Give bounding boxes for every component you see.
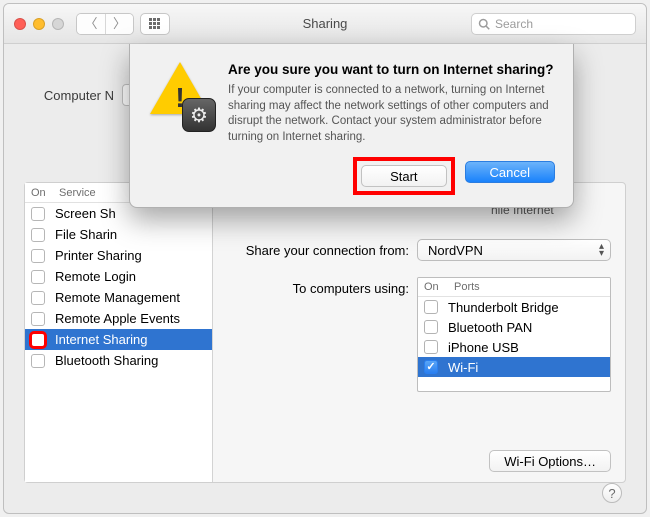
service-checkbox[interactable] — [31, 312, 45, 326]
nav-back-forward: 〈 〉 — [76, 13, 134, 35]
service-label: Screen Sh — [55, 206, 116, 221]
search-field[interactable]: Search — [471, 13, 636, 35]
service-label: File Sharin — [55, 227, 117, 242]
service-checkbox[interactable] — [31, 354, 45, 368]
col-ports: Ports — [454, 281, 480, 293]
col-on: On — [31, 187, 59, 199]
port-label: iPhone USB — [448, 340, 519, 355]
col-on: On — [424, 281, 454, 293]
start-highlight: Start — [357, 161, 450, 191]
share-from-popup[interactable]: NordVPN ▴▾ — [417, 239, 611, 261]
services-list: On Service Screen Sh File Sharin Printer… — [25, 183, 213, 482]
service-row[interactable]: Remote Management — [25, 287, 212, 308]
dialog-heading: Are you sure you want to turn on Interne… — [228, 62, 555, 77]
service-label: Printer Sharing — [55, 248, 142, 263]
computer-name-label: Computer N — [24, 88, 114, 103]
port-checkbox[interactable] — [424, 340, 438, 354]
gear-icon: ⚙ — [182, 98, 216, 132]
ports-header: On Ports — [418, 278, 610, 297]
share-from-row: Share your connection from: NordVPN ▴▾ — [227, 239, 611, 261]
service-checkbox[interactable] — [31, 291, 45, 305]
minimize-window-button[interactable] — [33, 18, 45, 30]
service-label: Remote Apple Events — [55, 311, 180, 326]
service-checkbox[interactable] — [31, 270, 45, 284]
service-label: Remote Management — [55, 290, 180, 305]
port-label: Thunderbolt Bridge — [448, 300, 559, 315]
dialog-body: If your computer is connected to a netwo… — [228, 83, 555, 145]
show-all-button[interactable] — [140, 13, 170, 35]
wifi-options-button[interactable]: Wi-Fi Options… — [489, 450, 611, 472]
port-row-wifi[interactable]: Wi-Fi — [418, 357, 610, 377]
details-pane: ection to the hile Internet Share your c… — [213, 183, 625, 482]
service-label: Internet Sharing — [55, 332, 148, 347]
sharing-window: 〈 〉 Sharing Search Computer N Edit… On — [3, 3, 647, 514]
service-row[interactable]: Remote Login — [25, 266, 212, 287]
service-checkbox[interactable] — [31, 333, 45, 347]
service-row[interactable]: Remote Apple Events — [25, 308, 212, 329]
service-row[interactable]: Printer Sharing — [25, 245, 212, 266]
close-window-button[interactable] — [14, 18, 26, 30]
service-checkbox[interactable] — [31, 207, 45, 221]
port-label: Wi-Fi — [448, 360, 478, 375]
back-button[interactable]: 〈 — [77, 14, 105, 34]
grid-icon — [149, 18, 161, 30]
search-placeholder: Search — [495, 17, 533, 31]
start-button[interactable]: Start — [361, 165, 446, 187]
zoom-window-button[interactable] — [52, 18, 64, 30]
warning-icon: ! ⚙ — [148, 62, 212, 126]
services-panel: On Service Screen Sh File Sharin Printer… — [24, 182, 626, 483]
port-checkbox[interactable] — [424, 300, 438, 314]
ports-list: On Ports Thunderbolt Bridge Bluetooth PA… — [417, 277, 611, 392]
titlebar: 〈 〉 Sharing Search — [4, 4, 646, 44]
port-label: Bluetooth PAN — [448, 320, 532, 335]
port-checkbox[interactable] — [424, 360, 438, 374]
service-checkbox[interactable] — [31, 228, 45, 242]
help-button[interactable]: ? — [602, 483, 622, 503]
confirm-dialog: ! ⚙ Are you sure you want to turn on Int… — [129, 44, 574, 208]
share-from-value: NordVPN — [428, 243, 483, 258]
cancel-button[interactable]: Cancel — [465, 161, 555, 183]
service-label: Bluetooth Sharing — [55, 353, 158, 368]
to-computers-row: To computers using: On Ports Thunderbolt… — [227, 277, 611, 392]
service-row-internet-sharing[interactable]: Internet Sharing — [25, 329, 212, 350]
port-row[interactable]: Thunderbolt Bridge — [418, 297, 610, 317]
updown-icon: ▴▾ — [599, 243, 604, 257]
window-controls — [14, 18, 64, 30]
search-icon — [478, 18, 490, 30]
service-checkbox[interactable] — [31, 249, 45, 263]
port-row[interactable]: iPhone USB — [418, 337, 610, 357]
service-row[interactable]: Bluetooth Sharing — [25, 350, 212, 371]
forward-button[interactable]: 〉 — [105, 14, 133, 34]
service-label: Remote Login — [55, 269, 136, 284]
port-checkbox[interactable] — [424, 320, 438, 334]
port-row[interactable]: Bluetooth PAN — [418, 317, 610, 337]
service-row[interactable]: File Sharin — [25, 224, 212, 245]
share-from-label: Share your connection from: — [227, 243, 417, 258]
to-computers-label: To computers using: — [227, 277, 417, 392]
col-service: Service — [59, 187, 96, 199]
